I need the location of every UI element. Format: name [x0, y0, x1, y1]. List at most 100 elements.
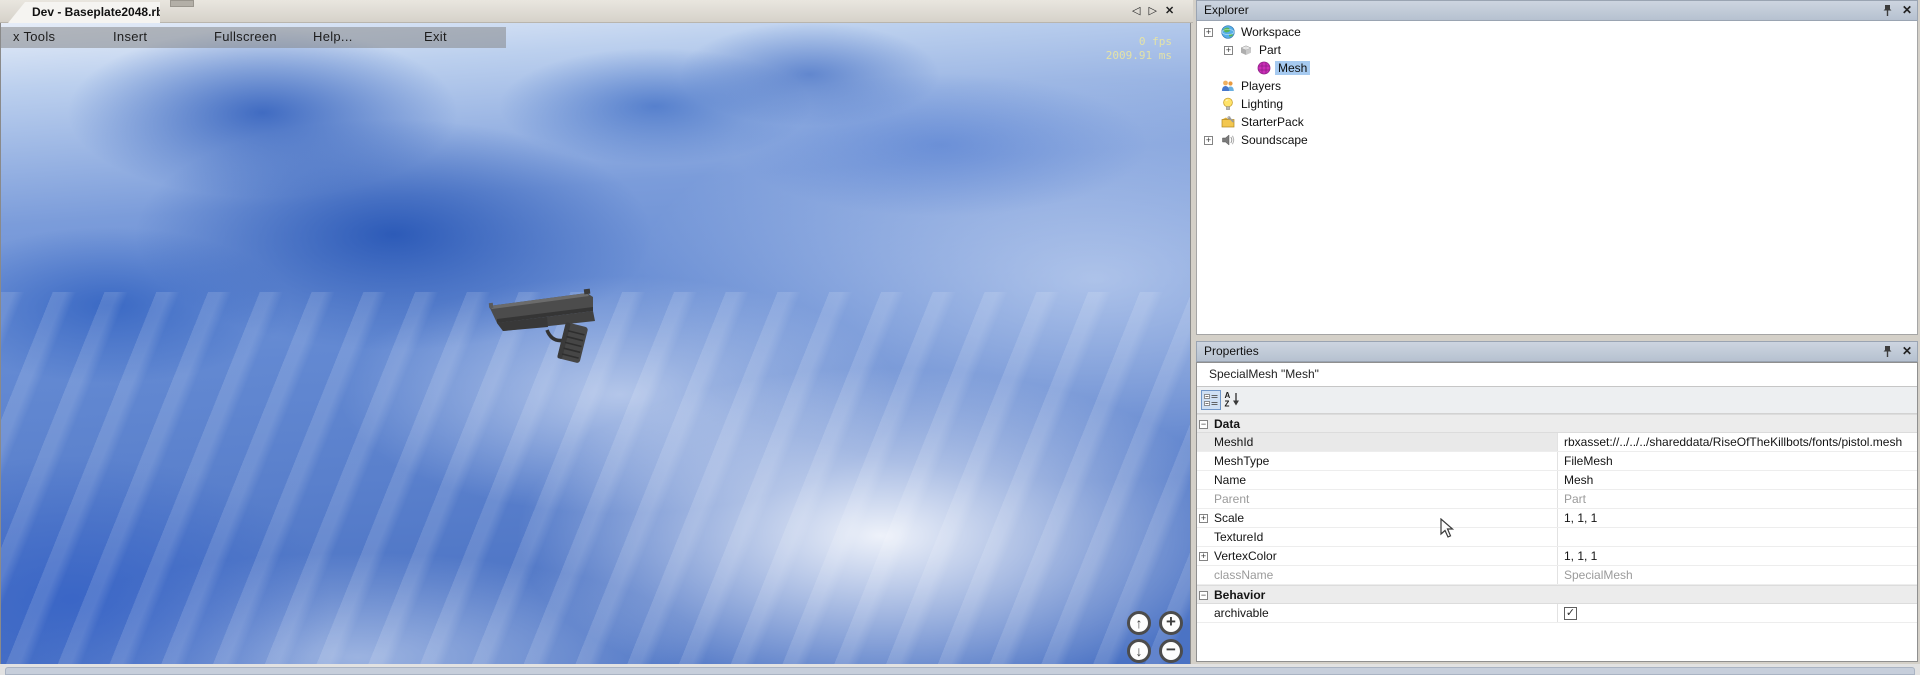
- lightbulb-icon: [1221, 97, 1235, 111]
- speaker-icon: [1221, 133, 1235, 147]
- tree-item-mesh[interactable]: Mesh: [1197, 60, 1917, 78]
- categorized-view-button[interactable]: [1201, 390, 1221, 410]
- svg-text:Z: Z: [1225, 400, 1230, 409]
- document-tab-bar: Dev - Baseplate2048.rbxl ◁ ▷ ✕: [0, 0, 1193, 23]
- property-value[interactable]: Mesh: [1557, 471, 1917, 489]
- tree-item-part[interactable]: + Part: [1197, 42, 1917, 60]
- property-row-meshid[interactable]: MeshId rbxasset://../../../shareddata/Ri…: [1197, 433, 1917, 452]
- property-row-classname: className SpecialMesh: [1197, 566, 1917, 585]
- category-row-data[interactable]: − Data: [1197, 414, 1917, 433]
- property-value[interactable]: 1, 1, 1: [1557, 547, 1917, 565]
- property-value[interactable]: FileMesh: [1557, 452, 1917, 470]
- menu-item-exit[interactable]: Exit: [424, 29, 447, 44]
- menu-item-tools[interactable]: x Tools: [13, 29, 55, 44]
- expander-icon[interactable]: +: [1199, 552, 1208, 561]
- tab-scroll-controls: ◁ ▷ ✕: [1132, 4, 1190, 20]
- pin-icon[interactable]: [1882, 4, 1893, 17]
- pin-icon[interactable]: [1882, 345, 1893, 358]
- mesh-icon: [1257, 61, 1271, 75]
- selected-object-header: SpecialMesh "Mesh": [1197, 363, 1917, 387]
- fps-counter: 0 fps: [1106, 35, 1172, 49]
- 3d-viewport[interactable]: x Tools Insert Fullscreen Help... Exit 0…: [0, 23, 1191, 664]
- tree-item-label: Lighting: [1241, 97, 1283, 111]
- tree-item-label-selected: Mesh: [1275, 61, 1310, 75]
- close-icon[interactable]: ✕: [1902, 3, 1912, 18]
- close-icon[interactable]: ✕: [1902, 344, 1912, 359]
- property-name[interactable]: Name: [1212, 471, 1557, 489]
- camera-zoom-in-button[interactable]: +: [1159, 611, 1183, 635]
- camera-zoom-out-button[interactable]: −: [1159, 639, 1183, 663]
- property-row-textureid[interactable]: TextureId: [1197, 528, 1917, 547]
- globe-icon: [1221, 25, 1235, 39]
- properties-panel-header: Properties ✕: [1196, 341, 1918, 362]
- tab-close-icon[interactable]: ✕: [1165, 4, 1174, 20]
- tree-item-label: Soundscape: [1241, 133, 1308, 147]
- property-row-meshtype[interactable]: MeshType FileMesh: [1197, 452, 1917, 471]
- expander-icon[interactable]: +: [1199, 514, 1208, 523]
- property-row-vertexcolor[interactable]: + VertexColor 1, 1, 1: [1197, 547, 1917, 566]
- tree-item-soundscape[interactable]: + Soundscape: [1197, 132, 1917, 150]
- performance-overlay: 0 fps 2009.91 ms: [1106, 35, 1172, 63]
- property-row-name[interactable]: Name Mesh: [1197, 471, 1917, 490]
- property-row-archivable[interactable]: archivable ✓: [1197, 604, 1917, 623]
- roblox-studio-window: Dev - Baseplate2048.rbxl ◁ ▷ ✕ x Tools I…: [0, 0, 1920, 675]
- archivable-checkbox[interactable]: ✓: [1564, 607, 1577, 620]
- tree-item-label: StarterPack: [1241, 115, 1304, 129]
- property-grid: − Data MeshId rbxasset://../../../shared…: [1197, 414, 1917, 623]
- tree-item-starterpack[interactable]: StarterPack: [1197, 114, 1917, 132]
- property-value[interactable]: rbxasset://../../../shareddata/RiseOfThe…: [1557, 433, 1917, 451]
- tree-item-players[interactable]: Players: [1197, 78, 1917, 96]
- property-value: SpecialMesh: [1557, 566, 1917, 584]
- part-icon: [1239, 43, 1253, 57]
- properties-toolbar: A Z: [1197, 387, 1917, 414]
- property-row-parent: Parent Part: [1197, 490, 1917, 509]
- categorized-icon: [1202, 391, 1220, 409]
- property-name[interactable]: VertexColor: [1212, 547, 1557, 565]
- tree-item-lighting[interactable]: Lighting: [1197, 96, 1917, 114]
- expander-icon[interactable]: +: [1204, 136, 1213, 145]
- properties-panel-body: SpecialMesh "Mesh": [1196, 362, 1918, 662]
- tree-item-workspace[interactable]: + Workspace: [1197, 24, 1917, 42]
- expander-icon[interactable]: +: [1224, 46, 1233, 55]
- category-row-behavior[interactable]: − Behavior: [1197, 585, 1917, 604]
- property-value[interactable]: 1, 1, 1: [1557, 509, 1917, 527]
- menu-item-fullscreen[interactable]: Fullscreen: [214, 29, 277, 44]
- starterpack-icon: [1221, 115, 1235, 129]
- tab-prev-icon[interactable]: ◁: [1132, 4, 1140, 20]
- tree-item-label: Part: [1259, 43, 1281, 57]
- status-bar: [0, 664, 1920, 675]
- right-dock: Explorer ✕ + Workspace: [1196, 0, 1918, 664]
- property-value: Part: [1557, 490, 1917, 508]
- tab-dev-baseplate[interactable]: Dev - Baseplate2048.rbxl: [8, 2, 160, 23]
- property-name[interactable]: Scale: [1212, 509, 1557, 527]
- game-menu-bar: x Tools Insert Fullscreen Help... Exit: [1, 27, 506, 48]
- tab-next-icon[interactable]: ▷: [1148, 4, 1156, 20]
- camera-tilt-down-button[interactable]: ↓: [1127, 639, 1151, 663]
- sort-az-icon: A Z: [1223, 390, 1241, 408]
- background-tab-notch: [170, 0, 194, 7]
- pistol-mesh-object[interactable]: [487, 285, 617, 365]
- camera-tilt-up-button[interactable]: ↑: [1127, 611, 1151, 635]
- property-name[interactable]: MeshType: [1212, 452, 1557, 470]
- property-name: Parent: [1212, 490, 1557, 508]
- property-value[interactable]: [1557, 528, 1917, 546]
- sort-az-button[interactable]: A Z: [1223, 390, 1243, 410]
- frame-time: 2009.91 ms: [1106, 49, 1172, 63]
- expander-icon[interactable]: +: [1204, 28, 1213, 37]
- explorer-tree: + Workspace + Part: [1196, 21, 1918, 335]
- status-bar-pill: [5, 667, 1915, 675]
- property-name: className: [1212, 566, 1557, 584]
- property-name[interactable]: MeshId: [1212, 433, 1557, 451]
- tree-item-label: Workspace: [1241, 25, 1301, 39]
- explorer-title: Explorer: [1204, 3, 1249, 17]
- property-row-scale[interactable]: + Scale 1, 1, 1: [1197, 509, 1917, 528]
- property-name[interactable]: archivable: [1212, 604, 1557, 622]
- players-icon: [1221, 79, 1235, 93]
- category-label: Behavior: [1212, 586, 1912, 603]
- explorer-panel-header: Explorer ✕: [1196, 0, 1918, 21]
- menu-item-insert[interactable]: Insert: [113, 29, 147, 44]
- menu-item-help[interactable]: Help...: [313, 29, 353, 44]
- property-name[interactable]: TextureId: [1212, 528, 1557, 546]
- category-label: Data: [1212, 415, 1912, 432]
- tab-title: Dev - Baseplate2048.rbxl: [32, 5, 173, 19]
